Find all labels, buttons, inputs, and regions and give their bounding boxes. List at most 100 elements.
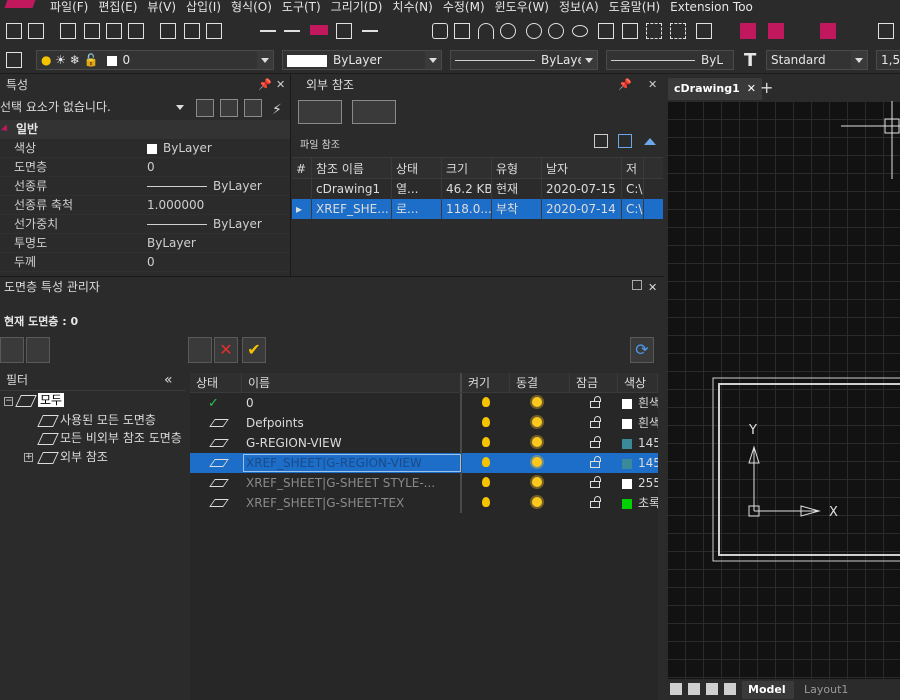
xref-column-header[interactable]: # bbox=[292, 158, 312, 178]
layer-on-toggle[interactable] bbox=[462, 473, 510, 493]
drawing-canvas[interactable]: Y X bbox=[667, 101, 900, 679]
pin-icon[interactable]: 📌 bbox=[258, 74, 272, 96]
tree-collapse-icon[interactable]: − bbox=[4, 397, 13, 406]
print-icon[interactable] bbox=[878, 23, 894, 39]
layer-column-header[interactable]: 잠금 bbox=[570, 373, 618, 392]
last-tab-icon[interactable] bbox=[724, 683, 736, 695]
layer-lock-toggle[interactable] bbox=[570, 433, 618, 453]
layer-column-header[interactable]: 켜기 bbox=[462, 373, 510, 392]
copy-icon[interactable] bbox=[84, 23, 100, 39]
layer-color[interactable]: 145 bbox=[618, 453, 658, 473]
ellipse-icon[interactable] bbox=[572, 25, 588, 37]
property-row[interactable]: 선종류 ByLayer bbox=[0, 177, 290, 196]
layer-freeze-toggle[interactable] bbox=[510, 393, 570, 413]
delete-layer-button[interactable]: ✕ bbox=[214, 337, 238, 363]
lightning-icon[interactable]: ⚡ bbox=[272, 99, 282, 121]
layer-state[interactable]: ✓ bbox=[190, 393, 242, 413]
tree-expand-icon[interactable]: + bbox=[24, 453, 33, 462]
set-current-button[interactable]: ✔ bbox=[242, 337, 266, 363]
layer-column-header[interactable]: 상태 bbox=[190, 373, 242, 392]
select-objects-icon[interactable] bbox=[220, 99, 238, 117]
new-property-filter-button[interactable] bbox=[0, 337, 24, 363]
menu-item[interactable]: 뷰(V) bbox=[147, 0, 186, 14]
layer-manager-icon[interactable] bbox=[6, 52, 22, 68]
next-tab-icon[interactable] bbox=[706, 683, 718, 695]
redo-icon[interactable] bbox=[28, 23, 44, 39]
layer-on-toggle[interactable] bbox=[462, 433, 510, 453]
layer-state[interactable] bbox=[190, 413, 242, 433]
tree-view-icon[interactable] bbox=[618, 134, 632, 148]
layer-row[interactable]: Defpoints 흰색 bbox=[190, 413, 658, 433]
menu-item[interactable]: 수정(M) bbox=[443, 0, 495, 14]
layer-name[interactable]: XREF_SHEET|G-SHEET STYLE-... bbox=[242, 473, 462, 493]
xref-row[interactable]: cDrawing1 열... 46.2 KB 현재 2020-07-15 C:\ bbox=[292, 179, 663, 199]
list-view-icon[interactable] bbox=[594, 134, 608, 148]
layer-freeze-toggle[interactable] bbox=[510, 433, 570, 453]
erase-icon[interactable] bbox=[160, 23, 176, 39]
move-icon[interactable] bbox=[184, 23, 200, 39]
polyline-icon[interactable] bbox=[284, 30, 300, 32]
layer-row[interactable]: ✓ 0 흰색 bbox=[190, 393, 658, 413]
collapse-icon[interactable] bbox=[644, 138, 656, 145]
layer-state[interactable] bbox=[190, 453, 242, 473]
xref-column-header[interactable]: 저 bbox=[622, 158, 644, 178]
property-row[interactable]: 투명도 ByLayer bbox=[0, 234, 290, 253]
layer-state[interactable] bbox=[190, 473, 242, 493]
new-group-filter-button[interactable] bbox=[26, 337, 50, 363]
menu-item[interactable]: 치수(N) bbox=[392, 0, 442, 14]
property-row[interactable]: 색상 ByLayer bbox=[0, 139, 290, 158]
cut-icon[interactable] bbox=[128, 23, 144, 39]
layer-name[interactable]: XREF_SHEET|G-REGION-VIEW bbox=[242, 453, 462, 473]
boundary-icon[interactable] bbox=[670, 23, 686, 39]
selection-dropdown[interactable]: 선택 요소가 없습니다. bbox=[0, 96, 188, 118]
refresh-layers-button[interactable]: ⟳ bbox=[630, 337, 654, 363]
menu-item[interactable]: 정보(A) bbox=[559, 0, 609, 14]
new-tab-icon[interactable]: + bbox=[760, 78, 773, 97]
circle-center-icon[interactable] bbox=[548, 23, 564, 39]
layer-lock-toggle[interactable] bbox=[570, 493, 618, 513]
property-row[interactable]: 선가중치 ByLayer bbox=[0, 215, 290, 234]
filter-non-xref[interactable]: 모든 비외부 참조 도면층 bbox=[37, 429, 182, 447]
layer-column-header[interactable]: 이름 bbox=[242, 373, 462, 392]
layer-on-toggle[interactable] bbox=[462, 453, 510, 473]
layer-lock-toggle[interactable] bbox=[570, 453, 618, 473]
collapse-filter-icon[interactable]: « bbox=[164, 369, 173, 391]
layer-color[interactable]: 255 bbox=[618, 473, 658, 493]
layer-row[interactable]: XREF_SHEET|G-SHEET-TEX 초록 bbox=[190, 493, 658, 513]
tab-model[interactable]: Model bbox=[742, 681, 794, 699]
ray-icon[interactable] bbox=[362, 30, 378, 32]
polygon-icon[interactable] bbox=[432, 23, 448, 39]
xref-row[interactable]: ▸ XREF_SHE... 로... 118.0... 부착 2020-07-14 C:\ bbox=[292, 199, 663, 219]
layer-freeze-toggle[interactable] bbox=[510, 493, 570, 513]
layer-column-header[interactable]: 색상 bbox=[618, 373, 658, 392]
layer-color[interactable]: 초록 bbox=[618, 493, 658, 513]
arc-icon[interactable] bbox=[478, 23, 494, 39]
refresh-button[interactable] bbox=[352, 100, 396, 124]
general-group[interactable]: 일반 bbox=[0, 120, 290, 139]
property-row[interactable]: 도면층 0 bbox=[0, 158, 290, 177]
layer-combo[interactable]: ● ☀ ❄ 🔓 0 bbox=[36, 50, 274, 70]
layer-name[interactable]: 0 bbox=[242, 393, 462, 413]
menu-item[interactable]: Extension Too bbox=[670, 0, 763, 14]
xref-column-header[interactable]: 크기 bbox=[442, 158, 492, 178]
match-properties-icon[interactable] bbox=[60, 23, 76, 39]
circle-icon[interactable] bbox=[500, 23, 516, 39]
layer-state[interactable] bbox=[190, 493, 242, 513]
menu-item[interactable]: 형식(O) bbox=[231, 0, 282, 14]
table-icon[interactable] bbox=[696, 23, 712, 39]
menu-item[interactable]: 삽입(I) bbox=[186, 0, 231, 14]
layer-on-toggle[interactable] bbox=[462, 393, 510, 413]
text-style-icon[interactable]: T bbox=[744, 50, 756, 71]
prev-tab-icon[interactable] bbox=[688, 683, 700, 695]
layer-lock-toggle[interactable] bbox=[570, 473, 618, 493]
close-icon[interactable]: ✕ bbox=[276, 74, 285, 96]
filter-used[interactable]: 사용된 모든 도면층 bbox=[37, 411, 156, 429]
menu-item[interactable]: 파일(F) bbox=[50, 0, 98, 14]
region-icon[interactable] bbox=[646, 23, 662, 39]
menu-item[interactable]: 도구(T) bbox=[282, 0, 331, 14]
restore-icon[interactable] bbox=[632, 280, 642, 290]
layer-freeze-toggle[interactable] bbox=[510, 473, 570, 493]
toggle-pickadd-icon[interactable] bbox=[196, 99, 214, 117]
layer-on-toggle[interactable] bbox=[462, 493, 510, 513]
xref-column-header[interactable]: 참조 이름 bbox=[312, 158, 392, 178]
